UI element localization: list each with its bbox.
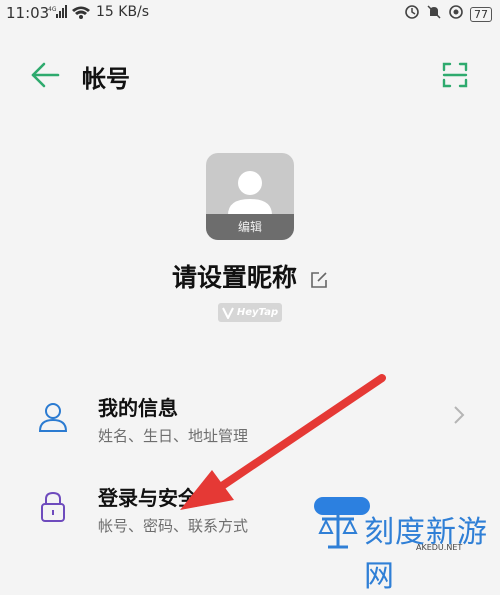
network-speed: 15 KB/s [96, 4, 150, 20]
mute-bell-icon [426, 4, 442, 24]
menu-item-title: 我的信息 [98, 396, 178, 420]
menu-item-subtitle: 姓名、生日、地址管理 [98, 427, 249, 445]
chevron-right-icon [452, 404, 466, 426]
avatar[interactable]: 编辑 [206, 153, 294, 240]
avatar-edit-label[interactable]: 编辑 [206, 214, 294, 240]
back-arrow-icon[interactable] [28, 60, 62, 90]
scan-icon[interactable] [440, 60, 470, 90]
watermark: 刻度新游网 AKEDU.NET [316, 505, 500, 594]
heytap-logo-icon [221, 307, 234, 319]
scale-logo-icon [318, 513, 358, 549]
battery-indicator: 77 [470, 6, 492, 22]
nickname: 请设置昵称 [171, 263, 297, 292]
menu-item-subtitle: 帐号、密码、联系方式 [98, 517, 249, 535]
menu-item-title: 登录与安全 [98, 486, 198, 510]
lock-icon [36, 490, 70, 524]
heytap-badge-text: HeyTap [236, 307, 279, 318]
heytap-badge: HeyTap [218, 303, 282, 322]
alarm-icon [404, 4, 420, 24]
user-icon [36, 400, 70, 434]
edit-icon[interactable] [310, 271, 328, 293]
watermark-url: AKEDU.NET [416, 543, 463, 552]
signal-icon: 4G [48, 4, 92, 24]
page-title: 帐号 [82, 65, 130, 93]
nickname-row[interactable]: 请设置昵称 [0, 258, 500, 294]
status-bar: 11:03 4G 15 KB/s 77 [0, 0, 500, 28]
status-right-icons: 77 [404, 4, 492, 24]
svg-text:4G: 4G [48, 6, 57, 13]
status-time: 11:03 [6, 4, 50, 22]
vibrate-icon [448, 4, 464, 24]
